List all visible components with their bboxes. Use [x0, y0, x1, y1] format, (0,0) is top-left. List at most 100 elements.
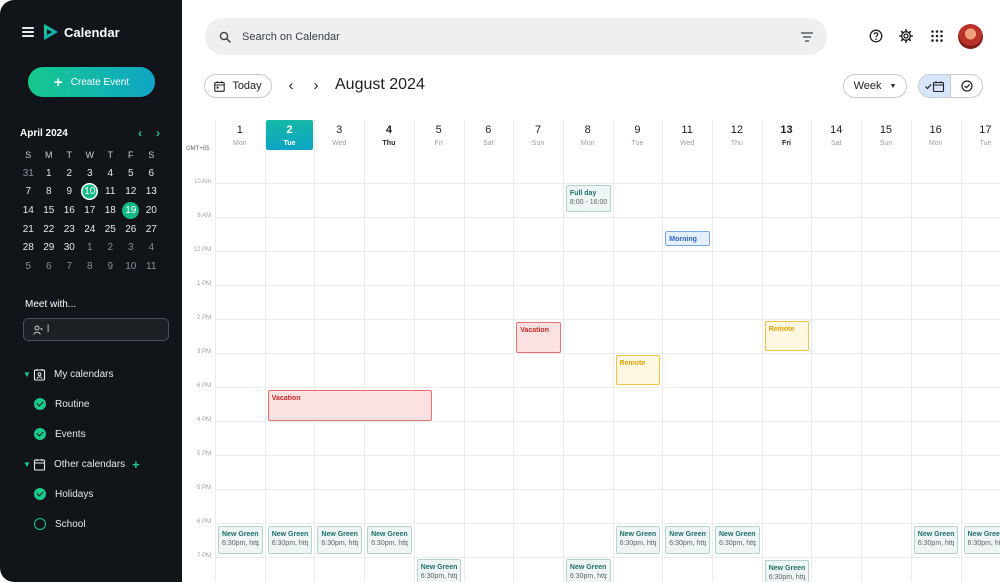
- calendar-item-holidays[interactable]: Holidays: [34, 486, 93, 502]
- calendar-event[interactable]: New Green Day6:30pm, https://meet.google…: [764, 560, 810, 582]
- mini-prev-icon[interactable]: ‹: [138, 126, 142, 140]
- mini-day[interactable]: 14: [18, 202, 39, 221]
- mini-day[interactable]: 25: [100, 221, 121, 240]
- my-calendars-toggle[interactable]: ▼ My calendars: [23, 366, 113, 382]
- next-week-icon[interactable]: ›: [309, 78, 323, 94]
- mini-day[interactable]: 11: [141, 258, 162, 277]
- mini-day[interactable]: 5: [121, 165, 142, 184]
- search-bar[interactable]: Search on Calendar: [205, 18, 827, 55]
- help-icon[interactable]: [869, 29, 883, 43]
- calendar-event[interactable]: New Green Day6:30pm, https://meet.google…: [715, 526, 760, 554]
- day-header[interactable]: 9 Tue: [614, 120, 662, 150]
- day-header[interactable]: 15 Sun: [862, 120, 910, 150]
- mini-day[interactable]: 13: [141, 183, 162, 202]
- user-avatar[interactable]: [958, 24, 983, 49]
- calendar-event[interactable]: New Green Day6:30pm, https://meet.google…: [565, 558, 611, 582]
- filter-icon[interactable]: [801, 31, 813, 42]
- mini-day[interactable]: 29: [39, 239, 60, 258]
- other-calendars-toggle[interactable]: ▼ Other calendars +: [23, 456, 140, 472]
- calendar-event[interactable]: New Green Day6:30pm, https://meet.google…: [367, 526, 412, 554]
- mini-day[interactable]: 16: [59, 202, 80, 221]
- day-header[interactable]: 4 Thu: [365, 120, 413, 150]
- mini-day[interactable]: 30: [59, 239, 80, 258]
- mini-day[interactable]: 3: [121, 239, 142, 258]
- day-header[interactable]: 1 Mon: [216, 120, 264, 150]
- day-header[interactable]: 7 Sun: [514, 120, 562, 150]
- calendar-item-school[interactable]: School: [34, 516, 86, 532]
- mini-day[interactable]: 4: [100, 165, 121, 184]
- calendar-mode-button[interactable]: [919, 75, 950, 97]
- mini-day[interactable]: 27: [141, 221, 162, 240]
- calendar-event[interactable]: Vacation: [516, 322, 561, 353]
- mini-day[interactable]: 3: [80, 165, 101, 184]
- mini-day[interactable]: 23: [59, 221, 80, 240]
- mini-day[interactable]: 10: [80, 183, 101, 202]
- calendar-event[interactable]: New Green Day6:30pm, https://meet.google…: [317, 526, 363, 554]
- day-header[interactable]: 2 Tue: [265, 120, 314, 150]
- tasks-mode-button[interactable]: [950, 75, 982, 97]
- mini-day[interactable]: 31: [18, 165, 39, 184]
- day-header[interactable]: 3 Wed: [315, 120, 363, 150]
- add-calendar-icon[interactable]: +: [132, 457, 140, 472]
- view-select[interactable]: Week ▼: [843, 74, 907, 98]
- meet-with-input[interactable]: l: [23, 318, 169, 341]
- mini-day[interactable]: 9: [59, 183, 80, 202]
- mini-day[interactable]: 22: [39, 221, 60, 240]
- calendar-event[interactable]: Full day 8:00 - 16:00: [565, 184, 611, 212]
- mini-day[interactable]: 12: [121, 183, 142, 202]
- calendar-event[interactable]: Morning: [665, 230, 710, 246]
- mini-day[interactable]: 18: [100, 202, 121, 221]
- calendar-event[interactable]: Remote: [615, 354, 661, 386]
- settings-gear-icon[interactable]: [899, 29, 913, 43]
- mini-day[interactable]: 21: [18, 221, 39, 240]
- calendar-event[interactable]: New Green Day6:30pm, https://meet.google…: [267, 526, 313, 554]
- mini-day[interactable]: 15: [39, 202, 60, 221]
- calendar-event[interactable]: Vacation: [267, 390, 432, 421]
- mini-day[interactable]: 7: [59, 258, 80, 277]
- mini-day[interactable]: 8: [80, 258, 101, 277]
- day-header[interactable]: 14 Sat: [812, 120, 860, 150]
- calendar-event[interactable]: New Green Day6:30pm, https://meet.google…: [416, 558, 462, 582]
- day-header[interactable]: 12 Thu: [713, 120, 761, 150]
- mini-day[interactable]: 7: [18, 183, 39, 202]
- create-event-button[interactable]: + Create Event: [28, 67, 155, 97]
- mini-day[interactable]: 20: [141, 202, 162, 221]
- day-header[interactable]: 8 Mon: [564, 120, 612, 150]
- calendar-event[interactable]: Remote: [764, 320, 810, 352]
- mini-day[interactable]: 11: [100, 183, 121, 202]
- mini-day[interactable]: 6: [141, 165, 162, 184]
- mini-day[interactable]: 6: [39, 258, 60, 277]
- mini-day[interactable]: 1: [39, 165, 60, 184]
- mini-day[interactable]: 9: [100, 258, 121, 277]
- mini-day[interactable]: 19: [121, 202, 142, 221]
- calendar-event[interactable]: New Green Day6:30pm, https://meet.google…: [615, 526, 661, 554]
- mini-day[interactable]: 4: [141, 239, 162, 258]
- mini-day[interactable]: 1: [80, 239, 101, 258]
- calendar-item-events[interactable]: Events: [34, 426, 86, 442]
- mini-day[interactable]: 8: [39, 183, 60, 202]
- mini-day[interactable]: 5: [18, 258, 39, 277]
- today-button[interactable]: Today: [204, 74, 272, 98]
- mini-day[interactable]: 24: [80, 221, 101, 240]
- day-header[interactable]: 17 Tue: [962, 120, 1000, 150]
- day-header[interactable]: 13 Fri: [763, 120, 811, 150]
- calendar-event[interactable]: New Green Day6:30pm, https://meet.google…: [913, 526, 959, 554]
- calendar-event[interactable]: New Green Day6:30pm, https://meet.google…: [963, 526, 1000, 554]
- calendar-event[interactable]: New Green Day6:30pm, https://meet.google…: [218, 526, 263, 554]
- menu-icon[interactable]: [22, 27, 34, 37]
- mini-next-icon[interactable]: ›: [156, 126, 160, 140]
- mini-day[interactable]: 2: [59, 165, 80, 184]
- mini-day[interactable]: 28: [18, 239, 39, 258]
- calendar-item-routine[interactable]: Routine: [34, 396, 89, 412]
- day-header[interactable]: 16 Mon: [912, 120, 960, 150]
- mini-day[interactable]: 2: [100, 239, 121, 258]
- mini-day[interactable]: 17: [80, 202, 101, 221]
- mini-day[interactable]: 10: [121, 258, 142, 277]
- day-header[interactable]: 5 Fri: [415, 120, 463, 150]
- prev-week-icon[interactable]: ‹: [284, 78, 298, 94]
- calendar-event[interactable]: New Green Day6:30pm, https://meet.google…: [665, 526, 710, 554]
- apps-grid-icon[interactable]: [930, 29, 944, 43]
- day-header[interactable]: 11 Wed: [663, 120, 711, 150]
- mini-day[interactable]: 26: [121, 221, 142, 240]
- day-header[interactable]: 6 Sat: [465, 120, 513, 150]
